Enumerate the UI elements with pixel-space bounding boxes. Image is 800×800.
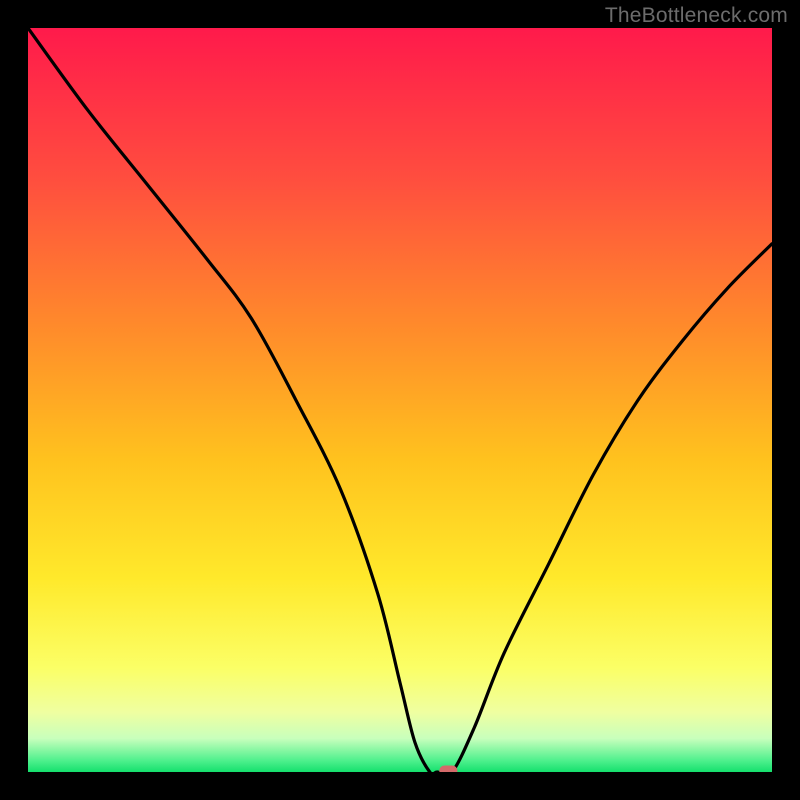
plot-area — [28, 28, 772, 772]
watermark-label: TheBottleneck.com — [605, 4, 788, 28]
chart-canvas: TheBottleneck.com — [0, 0, 800, 800]
gradient-background — [28, 28, 772, 772]
optimum-marker — [439, 766, 457, 773]
bottleneck-plot-svg — [28, 28, 772, 772]
